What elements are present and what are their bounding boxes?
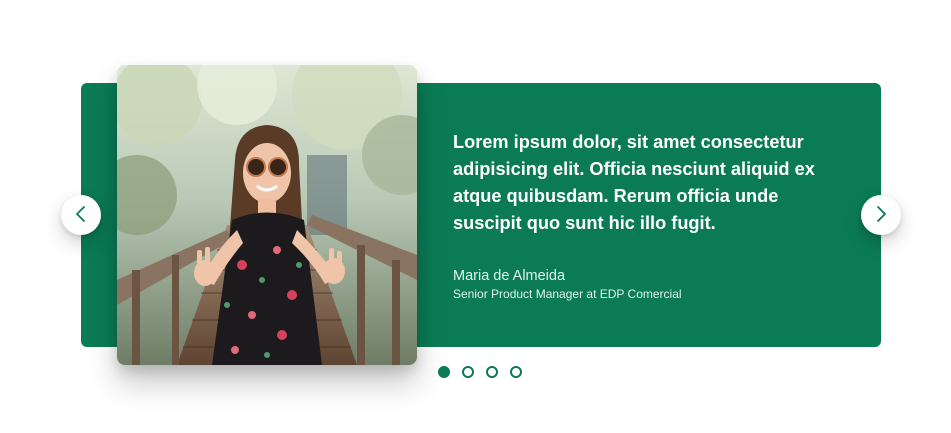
author-photo bbox=[117, 65, 417, 365]
chevron-right-icon bbox=[874, 205, 888, 226]
author-name: Maria de Almeida bbox=[453, 268, 566, 284]
next-button[interactable] bbox=[861, 195, 901, 235]
chevron-left-icon bbox=[74, 205, 88, 226]
carousel-dot-1[interactable] bbox=[438, 366, 450, 378]
previous-button[interactable] bbox=[61, 195, 101, 235]
testimonial-carousel: Lorem ipsum dolor, sit amet consectetur … bbox=[0, 0, 951, 433]
testimonial-quote: Lorem ipsum dolor, sit amet consectetur … bbox=[453, 132, 815, 233]
carousel-dot-4[interactable] bbox=[510, 366, 522, 378]
carousel-dot-3[interactable] bbox=[486, 366, 498, 378]
carousel-pagination bbox=[438, 366, 522, 378]
author-role: Senior Product Manager at EDP Comercial bbox=[453, 287, 682, 301]
carousel-dot-2[interactable] bbox=[462, 366, 474, 378]
